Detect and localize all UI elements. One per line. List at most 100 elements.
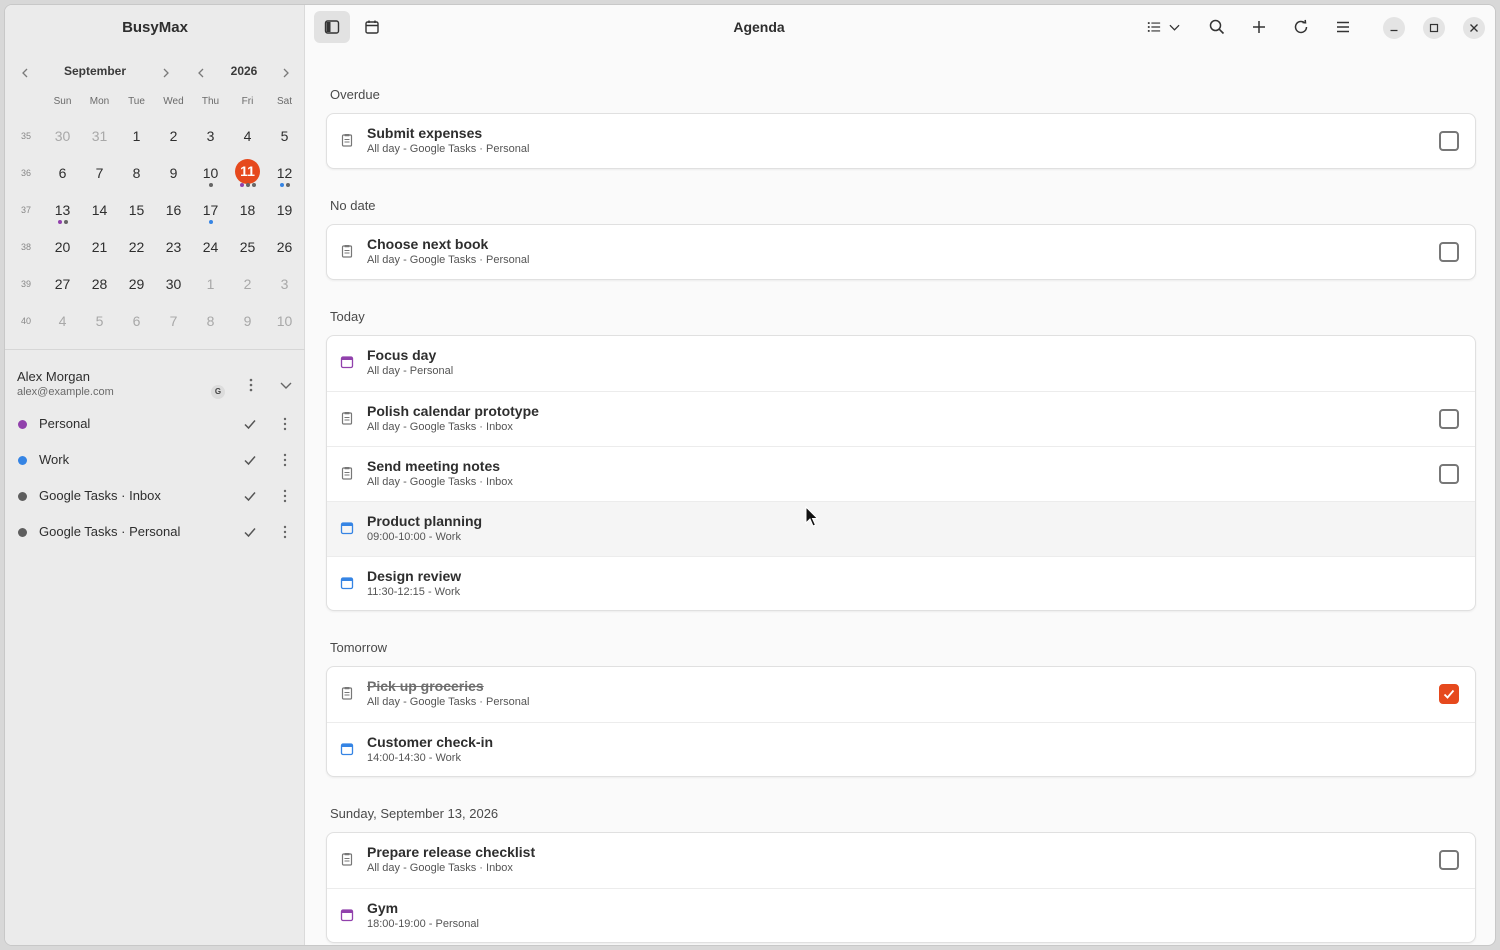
calendar-list-item[interactable]: Google Tasks · Personal (17, 516, 297, 548)
event-row[interactable]: Gym 18:00-19:00 - Personal (327, 888, 1475, 942)
calendar-day[interactable]: 29 (118, 267, 155, 304)
close-button[interactable] (1463, 17, 1485, 39)
item-title: Product planning (367, 513, 483, 529)
calendar-color-dot (18, 528, 27, 537)
calendar-options-button[interactable] (279, 524, 291, 543)
calendar-day[interactable]: 16 (155, 193, 192, 230)
day-number: 5 (280, 128, 289, 144)
task-row[interactable]: Choose next book All day - Google Tasks ·… (327, 225, 1475, 279)
task-complete-checkbox[interactable] (1439, 242, 1459, 262)
event-dot (63, 220, 68, 224)
calendar-day[interactable]: 8 (192, 304, 229, 341)
visibility-toggle[interactable] (243, 489, 257, 503)
agenda-section-title: Sunday, September 13, 2026 (330, 806, 499, 821)
calendar-day-today[interactable]: 11 (229, 156, 266, 193)
calendar-day[interactable]: 30 (155, 267, 192, 304)
calendar-day[interactable]: 6 (118, 304, 155, 341)
calendar-day[interactable]: 24 (192, 230, 229, 267)
calendar-list-item[interactable]: Work (17, 444, 297, 476)
minimize-icon (1390, 29, 1398, 32)
calendar-day[interactable]: 4 (44, 304, 81, 341)
app-window: BusyMax September 2026 Sun Mon Tue Wed Thu Fr… (4, 4, 1496, 946)
calendar-day[interactable]: 2 (155, 119, 192, 156)
next-year-button[interactable] (275, 62, 297, 84)
calendar-options-button[interactable] (279, 452, 291, 471)
calendar-day[interactable]: 27 (44, 267, 81, 304)
task-row[interactable]: Polish calendar prototype All day - Googl… (327, 391, 1475, 446)
calendar-day[interactable]: 28 (81, 267, 118, 304)
calendar-list-item[interactable]: Personal (17, 408, 297, 440)
calendar-day[interactable]: 7 (81, 156, 118, 193)
calendar-day[interactable]: 12 (266, 156, 303, 193)
search-button[interactable] (1199, 11, 1235, 43)
calendar-day[interactable]: 21 (81, 230, 118, 267)
visibility-toggle[interactable] (243, 453, 257, 467)
calendar-day[interactable]: 5 (81, 304, 118, 341)
calendar-day[interactable]: 5 (266, 119, 303, 156)
event-row[interactable]: Focus day All day - Personal (327, 336, 1475, 391)
visibility-toggle[interactable] (243, 417, 257, 431)
day-number: 25 (239, 239, 256, 255)
calendar-day[interactable]: 7 (155, 304, 192, 341)
calendar-day[interactable]: 19 (266, 193, 303, 230)
prev-year-button[interactable] (190, 62, 212, 84)
event-row[interactable]: Design review 11:30-12:15 - Work (327, 556, 1475, 610)
add-event-button[interactable] (1241, 11, 1277, 43)
calendar-list-item[interactable]: Google Tasks · Inbox (17, 480, 297, 512)
calendar-options-button[interactable] (279, 488, 291, 507)
weekday-label: Fri (241, 96, 254, 107)
main-menu-button[interactable] (1325, 11, 1361, 43)
calendar-day[interactable]: 8 (118, 156, 155, 193)
visibility-toggle[interactable] (243, 525, 257, 539)
event-row[interactable]: Customer check-in 14:00-14:30 - Work (327, 722, 1475, 776)
task-complete-checkbox[interactable] (1439, 850, 1459, 870)
calendar-day[interactable]: 23 (155, 230, 192, 267)
calendar-day[interactable]: 10 (266, 304, 303, 341)
calendar-day[interactable]: 13 (44, 193, 81, 230)
account-collapse-button[interactable] (279, 379, 295, 393)
calendar-day[interactable]: 4 (229, 119, 266, 156)
calendar-day[interactable]: 10 (192, 156, 229, 193)
chevron-down-icon (1168, 24, 1180, 31)
task-complete-checkbox[interactable] (1439, 684, 1459, 704)
calendar-day[interactable]: 1 (118, 119, 155, 156)
task-complete-checkbox[interactable] (1439, 409, 1459, 429)
calendar-day[interactable]: 2 (229, 267, 266, 304)
calendar-day[interactable]: 22 (118, 230, 155, 267)
calendar-day[interactable]: 9 (155, 156, 192, 193)
calendar-day[interactable]: 1 (192, 267, 229, 304)
prev-month-button[interactable] (14, 62, 36, 84)
task-icon (341, 687, 353, 700)
task-row[interactable]: Send meeting notes All day - Google Tasks… (327, 446, 1475, 501)
task-complete-checkbox[interactable] (1439, 131, 1459, 151)
calendar-day[interactable]: 3 (192, 119, 229, 156)
maximize-button[interactable] (1423, 17, 1445, 39)
calendar-day[interactable]: 30 (44, 119, 81, 156)
minimize-button[interactable] (1383, 17, 1405, 39)
calendar-day[interactable]: 20 (44, 230, 81, 267)
event-row[interactable]: Product planning 09:00-10:00 - Work (327, 501, 1475, 556)
account-menu-button[interactable] (243, 377, 259, 393)
calendar-day[interactable]: 17 (192, 193, 229, 230)
calendar-options-button[interactable] (279, 416, 291, 435)
calendar-day[interactable]: 25 (229, 230, 266, 267)
next-month-button[interactable] (155, 62, 177, 84)
task-row[interactable]: Submit expenses All day - Google Tasks · … (327, 114, 1475, 168)
task-row[interactable]: Pick up groceries All day - Google Tasks … (327, 667, 1475, 722)
task-icon (340, 244, 354, 258)
calendar-day[interactable]: 3 (266, 267, 303, 304)
calendar-day[interactable]: 15 (118, 193, 155, 230)
calendar-day[interactable]: 9 (229, 304, 266, 341)
task-icon (340, 466, 354, 480)
task-row[interactable]: Prepare release checklist All day - Googl… (327, 833, 1475, 888)
calendar-day[interactable]: 31 (81, 119, 118, 156)
calendar-day[interactable]: 14 (81, 193, 118, 230)
task-complete-checkbox[interactable] (1439, 464, 1459, 484)
calendar-name: Google Tasks · Personal (39, 524, 181, 539)
calendar-day[interactable]: 26 (266, 230, 303, 267)
calendar-week-row: 40 4 5 6 7 8 9 10 (13, 304, 301, 341)
refresh-button[interactable] (1283, 11, 1319, 43)
view-switcher-button[interactable] (1140, 11, 1186, 43)
calendar-day[interactable]: 6 (44, 156, 81, 193)
calendar-day[interactable]: 18 (229, 193, 266, 230)
